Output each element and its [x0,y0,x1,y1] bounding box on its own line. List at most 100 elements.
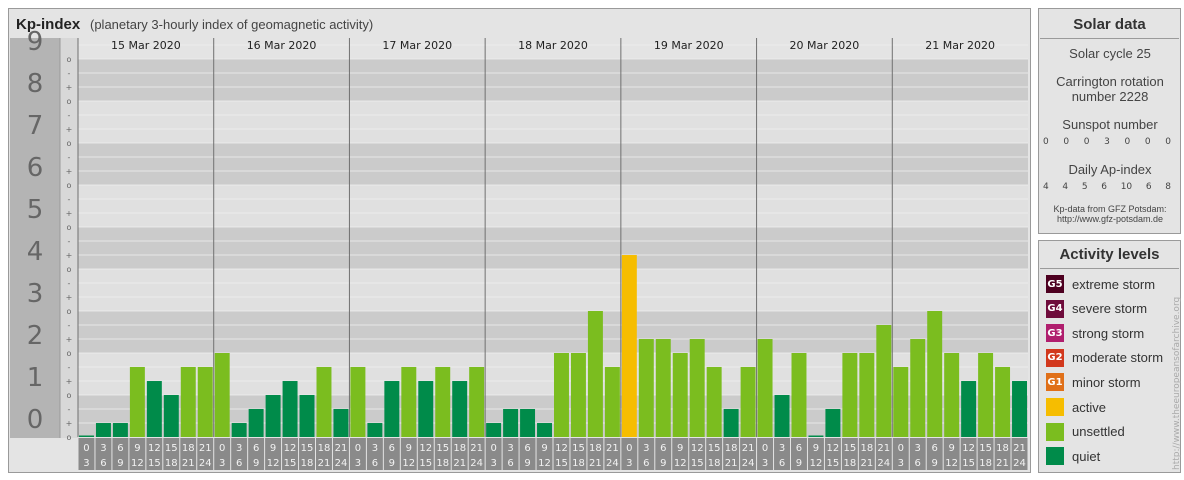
y-tick-label: 0 [27,405,44,435]
kp-bar [214,353,230,437]
time-slot-end: 9 [524,458,530,469]
kp-bar [570,353,586,437]
kp-bar [978,353,994,437]
kp-bar [791,353,807,437]
y-minor-tick-label: o [67,139,72,148]
kp-bar [706,366,722,437]
day-label: 17 Mar 2020 [382,39,452,52]
time-slot-end: 21 [725,458,738,469]
kp-bar [231,423,247,437]
time-slot-end: 21 [453,458,466,469]
kp-bar [180,366,196,437]
time-slot-end: 24 [1013,458,1026,469]
time-slot-start: 9 [541,443,547,454]
kp-band [78,59,1028,101]
y-tick-label: 4 [27,237,44,267]
y-minor-tick-label: o [67,97,72,106]
kp-bar [469,366,485,437]
y-minor-tick-label: + [66,419,73,428]
time-slot-end: 6 [915,458,921,469]
time-slot-end: 21 [589,458,602,469]
time-slot-end: 12 [538,458,551,469]
time-slot-end: 9 [389,458,395,469]
kp-bar [621,255,637,437]
time-slot-end: 3 [490,458,496,469]
time-slot-end: 15 [962,458,975,469]
kp-bar [95,423,111,437]
kp-bar [197,366,213,437]
time-slot-start: 21 [1013,443,1026,454]
time-slot-start: 3 [915,443,921,454]
kp-bar [825,408,841,437]
time-slot-start: 6 [389,443,395,454]
time-slot-end: 18 [979,458,992,469]
kp-bar [435,366,451,437]
time-slot-end: 24 [606,458,619,469]
kp-bar [910,339,926,437]
legend-label: severe storm [1072,301,1148,317]
time-slot-start: 3 [100,443,106,454]
time-slot-start: 6 [524,443,530,454]
kp-bar [316,366,332,437]
legend-item-extreme-storm: G5 extreme storm [1046,274,1155,294]
time-slot-start: 15 [572,443,585,454]
ap-value: 6 [1101,182,1107,192]
time-slot-end: 3 [762,458,768,469]
kp-bar [112,423,128,437]
y-minor-tick-label: o [67,391,72,400]
y-minor-tick-label: + [66,125,73,134]
time-slot-start: 0 [762,443,768,454]
time-slot-end: 12 [402,458,415,469]
time-slot-start: 21 [335,443,348,454]
y-minor-tick-label: + [66,293,73,302]
y-minor-tick-label: + [66,251,73,260]
kp-bar [808,435,824,437]
kp-bar [655,339,671,437]
kp-bar [842,353,858,437]
legend-label: strong storm [1072,325,1145,341]
time-slot-end: 18 [844,458,857,469]
time-slot-start: 15 [979,443,992,454]
time-slot-end: 6 [100,458,106,469]
time-slot-start: 9 [406,443,412,454]
kp-bar [893,366,909,437]
ap-value: 4 [1062,182,1069,192]
time-slot-start: 0 [626,443,632,454]
sunspot-value: 0 [1165,137,1171,147]
y-minor-tick-label: + [66,167,73,176]
y-minor-tick-label: - [68,69,71,78]
kp-bar [146,381,162,437]
time-slot-start: 0 [83,443,89,454]
kp-bar [554,353,569,437]
kp-bar [587,311,603,437]
legend-label: minor storm [1072,374,1141,390]
time-slot-start: 3 [372,443,378,454]
time-slot-start: 15 [436,443,449,454]
time-slot-start: 0 [490,443,496,454]
y-minor-tick-label: + [66,83,73,92]
time-slot-end: 3 [219,458,225,469]
y-minor-tick-label: o [67,349,72,358]
kp-bar [299,395,315,437]
kp-bar [638,339,654,437]
time-slot-end: 3 [355,458,361,469]
sunspot-value: 0 [1043,137,1049,147]
sunspot-value: 3 [1104,137,1110,147]
time-slot-start: 18 [318,443,331,454]
time-slot-end: 3 [83,458,89,469]
ap-value: 6 [1145,182,1152,192]
time-slot-end: 15 [284,458,297,469]
kp-bar [995,366,1011,437]
ap-value: 4 [1043,182,1049,192]
kp-bar [740,366,756,437]
legend-item-severe-storm: G4 severe storm [1046,299,1147,319]
day-label: 20 Mar 2020 [790,39,860,52]
legend-swatch [1046,398,1064,416]
kp-bar [859,353,875,437]
y-minor-tick-label: - [68,363,71,372]
kp-bar [723,408,739,437]
legend-swatch: G2 [1046,348,1064,367]
sunspot-values: 0 0 0 3 0 0 0 [1043,137,1171,147]
time-slot-start: 9 [270,443,276,454]
day-label: 21 Mar 2020 [925,39,995,52]
